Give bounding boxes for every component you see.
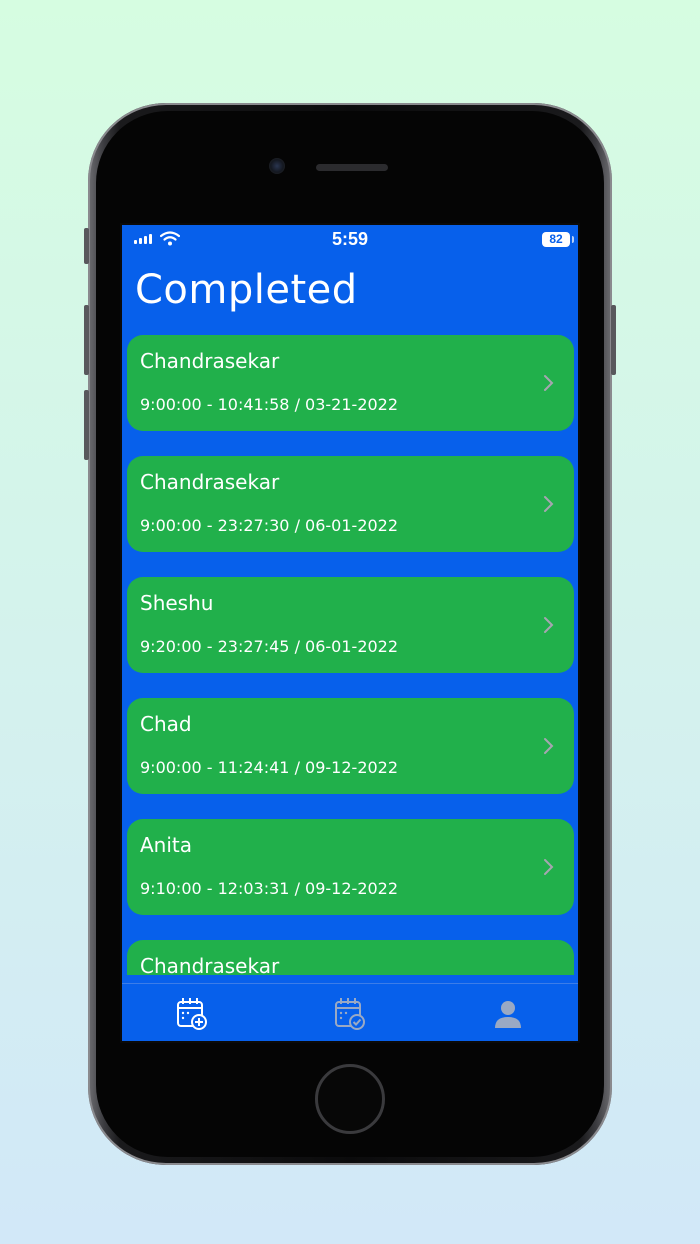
item-detail: 9:00:00 - 11:24:41 / 09-12-2022 — [140, 758, 399, 777]
list-item[interactable]: Chandrasekar — [127, 940, 574, 975]
person-icon[interactable] — [490, 996, 526, 1032]
chevron-right-icon — [544, 617, 554, 633]
list-item[interactable]: Sheshu 9:20:00 - 23:27:45 / 06-01-2022 — [127, 577, 574, 673]
tab-bar — [122, 983, 578, 1041]
item-detail: 9:00:00 - 10:41:58 / 03-21-2022 — [140, 395, 399, 414]
status-bar: 5:59 82 — [122, 225, 578, 253]
earpiece-speaker — [316, 164, 388, 171]
item-name: Chandrasekar — [140, 470, 280, 494]
app-screen: 5:59 82 Completed Chandrasekar 9:00:00 -… — [120, 223, 580, 1043]
chevron-right-icon — [544, 375, 554, 391]
power-button — [611, 305, 616, 375]
item-name: Chandrasekar — [140, 954, 280, 975]
front-camera — [269, 158, 285, 174]
battery-icon: 82 — [542, 232, 574, 247]
volume-down-button — [84, 390, 89, 460]
list-item[interactable]: Chandrasekar 9:00:00 - 23:27:30 / 06-01-… — [127, 456, 574, 552]
item-name: Chad — [140, 712, 192, 736]
item-name: Sheshu — [140, 591, 214, 615]
item-detail: 9:00:00 - 23:27:30 / 06-01-2022 — [140, 516, 399, 535]
page-title: Completed — [135, 267, 358, 313]
list-item[interactable]: Chad 9:00:00 - 11:24:41 / 09-12-2022 — [127, 698, 574, 794]
item-name: Anita — [140, 833, 193, 857]
home-button[interactable] — [315, 1064, 385, 1134]
list-item[interactable]: Anita 9:10:00 - 12:03:31 / 09-12-2022 — [127, 819, 574, 915]
calendar-add-icon[interactable] — [174, 996, 210, 1032]
list-item[interactable]: Chandrasekar 9:00:00 - 10:41:58 / 03-21-… — [127, 335, 574, 431]
chevron-right-icon — [544, 496, 554, 512]
item-detail: 9:20:00 - 23:27:45 / 06-01-2022 — [140, 637, 399, 656]
chevron-right-icon — [544, 738, 554, 754]
chevron-right-icon — [544, 859, 554, 875]
mute-switch — [84, 228, 89, 264]
item-name: Chandrasekar — [140, 349, 280, 373]
calendar-check-icon[interactable] — [332, 996, 368, 1032]
status-time: 5:59 — [331, 229, 369, 249]
item-detail: 9:10:00 - 12:03:31 / 09-12-2022 — [140, 879, 399, 898]
volume-up-button — [84, 305, 89, 375]
completed-list[interactable]: Chandrasekar 9:00:00 - 10:41:58 / 03-21-… — [122, 335, 578, 975]
